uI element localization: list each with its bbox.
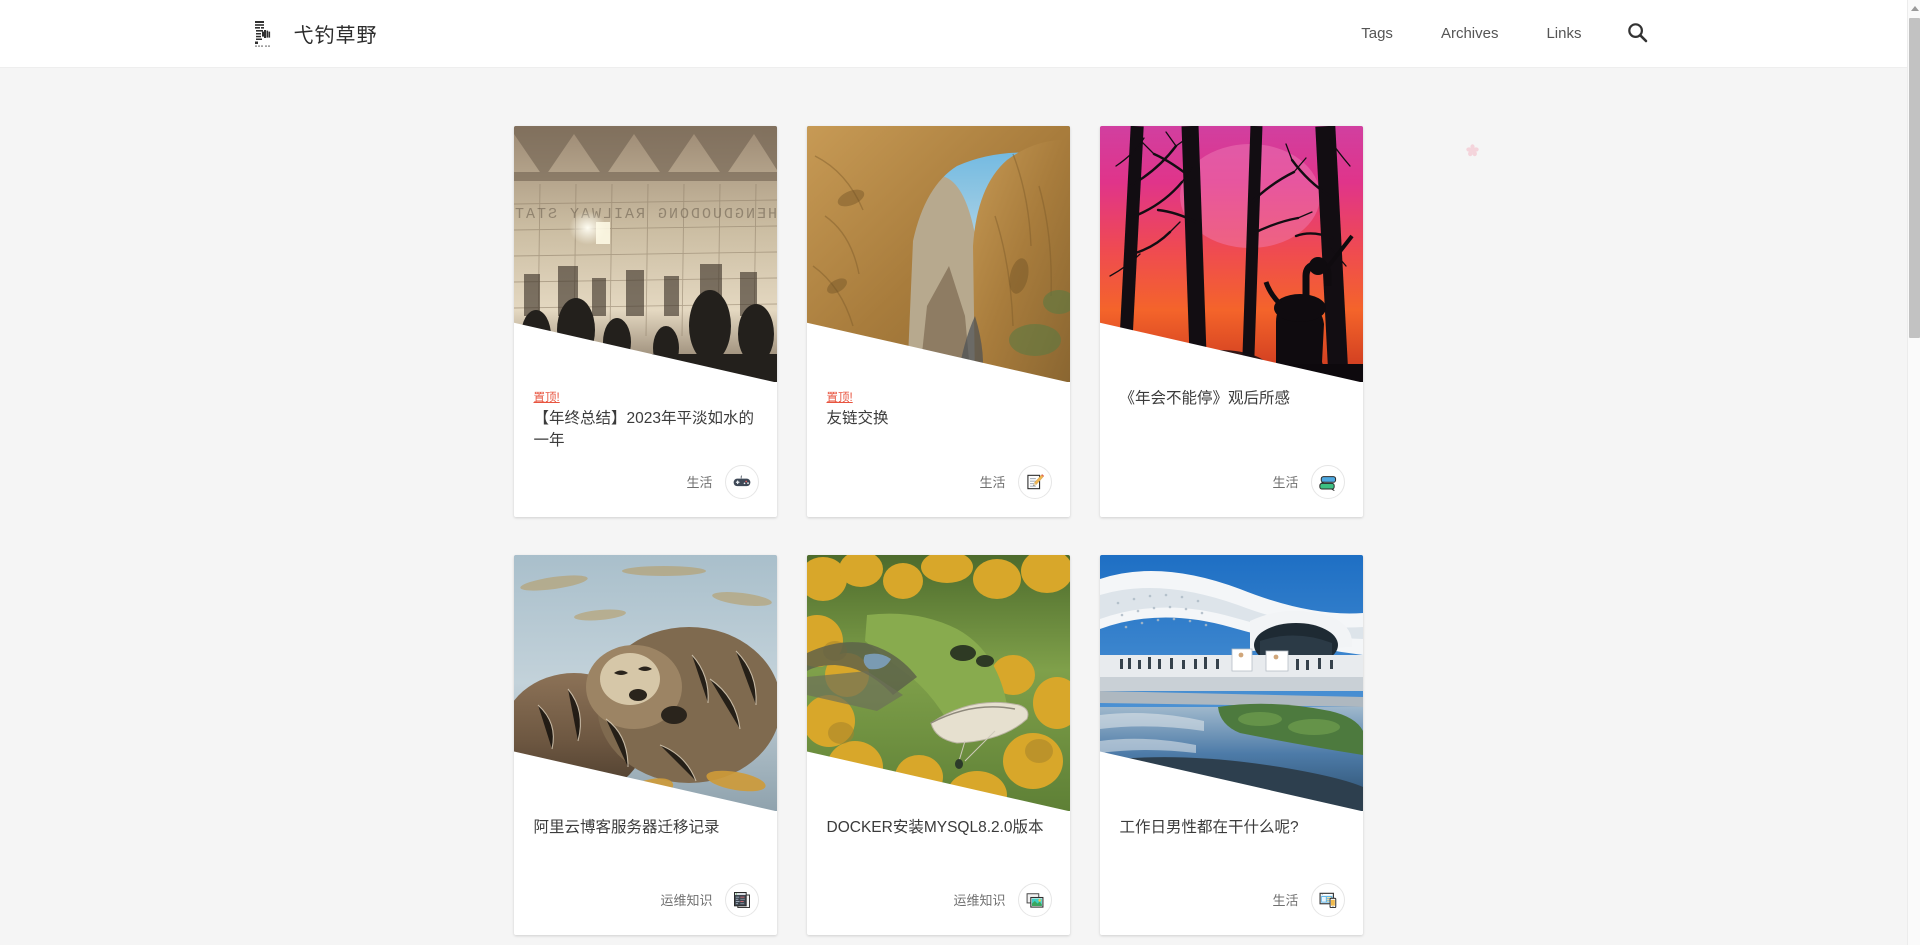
- post-title[interactable]: 【年终总结】2023年平淡如水的一年: [534, 408, 757, 453]
- post-thumbnail: [1099, 554, 1363, 811]
- post-card-footer: 生活: [807, 453, 1070, 517]
- post-category-tag[interactable]: 运维知识: [660, 890, 712, 909]
- post-card-footer: 生活: [1100, 871, 1363, 935]
- post-card-body: 阿里云博客服务器迁移记录: [514, 811, 777, 871]
- post-thumbnail: [806, 126, 1070, 382]
- svg-text:HENGDUODONG RAILWAY STAT: HENGDUODONG RAILWAY STAT: [514, 206, 777, 223]
- post-title[interactable]: 友链交换: [827, 408, 1050, 430]
- post-category-tag[interactable]: 生活: [686, 472, 712, 491]
- nav-link-links[interactable]: Links: [1522, 19, 1605, 48]
- seal-logo-icon: [252, 19, 278, 49]
- memo-pencil-icon: [1017, 464, 1052, 499]
- speech-bubbles-icon: [1310, 464, 1345, 499]
- post-card-body: 工作日男性都在干什么呢?: [1100, 811, 1363, 871]
- post-title[interactable]: DOCKER安装MYSQL8.2.0版本: [827, 817, 1050, 839]
- nav-link-tags[interactable]: Tags: [1337, 19, 1417, 48]
- code-window-stack-icon: [724, 882, 759, 917]
- post-category-tag[interactable]: 生活: [1272, 472, 1298, 491]
- post-card-body: DOCKER安装MYSQL8.2.0版本: [807, 811, 1070, 871]
- site-title: 弋钓草野: [293, 25, 378, 47]
- post-card[interactable]: 《年会不能停》观后所感 生活: [1099, 126, 1363, 517]
- post-title[interactable]: 《年会不能停》观后所感: [1120, 388, 1343, 410]
- nav-link-archives[interactable]: Archives: [1417, 19, 1523, 48]
- post-thumbnail: [513, 554, 777, 811]
- post-thumbnail: [806, 554, 1070, 811]
- pinned-badge: 置顶!: [826, 392, 853, 404]
- pinned-badge: 置顶!: [533, 392, 560, 404]
- gamepad-icon: [724, 464, 759, 499]
- main-navigation: Tags Archives Links: [1337, 19, 1655, 48]
- post-card[interactable]: DOCKER安装MYSQL8.2.0版本 运维知识: [806, 554, 1070, 935]
- post-card-grid: HENGDUODONG RAILWAY STAT 置顶! 【年终总结】2023年…: [513, 126, 1394, 935]
- post-card[interactable]: HENGDUODONG RAILWAY STAT 置顶! 【年终总结】2023年…: [513, 126, 777, 517]
- post-title[interactable]: 工作日男性都在干什么呢?: [1120, 817, 1343, 839]
- devices-icon: [1310, 882, 1345, 917]
- header-inner: 弋钓草野 Tags Archives Links: [234, 19, 1674, 49]
- post-card-body: 置顶! 友链交换: [807, 382, 1070, 442]
- post-card[interactable]: 置顶! 友链交换 生活: [806, 126, 1070, 517]
- post-card-footer: 生活: [1100, 453, 1363, 517]
- scrollbar-up-arrow[interactable]: [1908, 0, 1920, 16]
- post-card-body: 《年会不能停》观后所感: [1100, 382, 1363, 442]
- scrollbar-thumb[interactable]: [1909, 18, 1920, 338]
- post-thumbnail: [1099, 126, 1363, 382]
- post-card-footer: 运维知识: [514, 871, 777, 935]
- post-card-body: 置顶! 【年终总结】2023年平淡如水的一年: [514, 382, 777, 453]
- post-card[interactable]: 阿里云博客服务器迁移记录 运维知识: [513, 554, 777, 935]
- post-thumbnail: HENGDUODONG RAILWAY STAT: [513, 126, 777, 382]
- photo-stack-icon: [1017, 882, 1052, 917]
- post-category-tag[interactable]: 生活: [1272, 890, 1298, 909]
- post-card-footer: 运维知识: [807, 871, 1070, 935]
- post-card[interactable]: 工作日男性都在干什么呢? 生活: [1099, 554, 1363, 935]
- page-scrollbar[interactable]: [1907, 0, 1920, 945]
- post-category-tag[interactable]: 运维知识: [953, 890, 1005, 909]
- post-card-footer: 生活: [514, 453, 777, 517]
- search-icon: [1627, 22, 1648, 46]
- post-category-tag[interactable]: 生活: [979, 472, 1005, 491]
- search-button[interactable]: [1624, 20, 1652, 48]
- post-title[interactable]: 阿里云博客服务器迁移记录: [534, 817, 757, 839]
- main-content: HENGDUODONG RAILWAY STAT 置顶! 【年终总结】2023年…: [0, 68, 1907, 935]
- site-brand[interactable]: 弋钓草野: [252, 19, 378, 49]
- site-header: 弋钓草野 Tags Archives Links: [0, 0, 1907, 68]
